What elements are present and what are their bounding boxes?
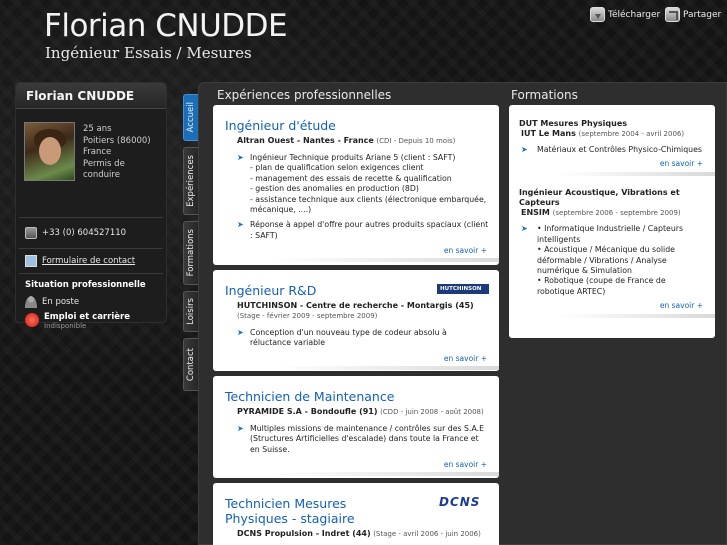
experience-bullet: Réponse à appel d'offre pour autres prod… xyxy=(225,220,489,241)
formation-item: DUT Mesures Physiques IUT Le Mans (septe… xyxy=(509,105,715,180)
experience-role: Ingénieur d'étude xyxy=(225,118,336,133)
profile-city: Poitiers (86000) xyxy=(83,135,151,146)
formations-heading: Formations xyxy=(511,88,578,102)
formation-bullet: • Informatique Industrielle / Capteurs i… xyxy=(519,224,705,297)
tab-label: Accueil xyxy=(186,102,196,133)
experience-card: Ingénieur d'étude Altran Ouest - Nantes … xyxy=(213,105,499,265)
more-link[interactable]: en savoir + xyxy=(225,246,489,255)
download-button[interactable]: Télécharger xyxy=(590,7,660,22)
tab-experiences[interactable]: Expériences xyxy=(183,147,198,215)
unavailable-icon xyxy=(25,313,39,327)
profile-sidebar: Florian CNUDDE 25 ans Poitiers (86000) F… xyxy=(15,82,167,330)
tab-loisirs[interactable]: Loisirs xyxy=(183,291,198,332)
more-link[interactable]: en savoir + xyxy=(225,460,489,469)
site-subtitle: Ingénieur Essais / Mesures xyxy=(45,44,252,62)
profile-age: 25 ans xyxy=(83,124,112,134)
experience-company: Altran Ouest - Nantes - France (CDI - De… xyxy=(237,136,456,145)
situation-heading: Situation professionnelle xyxy=(25,280,146,290)
experience-card: Technicien Mesures Physiques - stagiaire… xyxy=(213,483,499,545)
person-icon xyxy=(25,296,37,308)
job-title: Emploi et carrière xyxy=(44,312,130,322)
experience-role: Technicien Mesures Physiques - stagiaire xyxy=(225,496,355,526)
profile-summary: 25 ans Poitiers (86000) France Permis de… xyxy=(16,109,166,217)
experience-company: HUTCHINSON - Centre de recherche - Monta… xyxy=(237,301,474,320)
share-button[interactable]: Partager xyxy=(665,7,721,22)
tab-accueil[interactable]: Accueil xyxy=(183,94,198,141)
formations-card: DUT Mesures Physiques IUT Le Mans (septe… xyxy=(509,105,715,338)
site-title: Florian CNUDDE xyxy=(44,8,288,44)
formation-degree: DUT Mesures Physiques xyxy=(519,119,628,128)
download-icon xyxy=(590,7,605,22)
form-icon xyxy=(25,255,37,267)
profile-country: France xyxy=(83,147,112,157)
status-row: En poste xyxy=(16,294,166,310)
more-link[interactable]: en savoir + xyxy=(519,159,705,168)
formation-school: ENSIM (septembre 2006 - septembre 2009) xyxy=(521,208,681,218)
main-panel: Expériences professionnelles Formations … xyxy=(198,82,727,545)
experiences-list: Ingénieur d'étude Altran Ouest - Nantes … xyxy=(213,105,499,545)
phone-icon xyxy=(25,227,37,239)
contact-form-link[interactable]: Formulaire de contact xyxy=(16,249,166,273)
experiences-heading: Expériences professionnelles xyxy=(217,88,392,102)
experience-company: DCNS Propulsion - Indret (44) (Stage - a… xyxy=(237,529,481,538)
tab-label: Loisirs xyxy=(186,298,196,325)
experience-bullet: Conception d'un nouveau type de codeur a… xyxy=(225,328,489,349)
tab-formations[interactable]: Formations xyxy=(183,221,198,285)
section-tabs: Accueil Expériences Formations Loisirs C… xyxy=(183,94,198,397)
tab-contact[interactable]: Contact xyxy=(183,338,198,391)
job-status: Indisponible xyxy=(44,322,87,330)
download-label: Télécharger xyxy=(608,9,661,20)
formation-bullet: Matériaux et Contrôles Physico-Chimiques xyxy=(519,145,705,156)
experience-card: Technicien de Maintenance PYRAMIDE S.A -… xyxy=(213,376,499,478)
experience-bullet: Multiples missions de maintenance / cont… xyxy=(225,424,489,455)
tab-label: Formations xyxy=(186,229,196,277)
phone-number: +33 (0) 604527110 xyxy=(42,228,127,238)
sidebar-name: Florian CNUDDE xyxy=(16,83,166,109)
profile-license: Permis de conduire xyxy=(83,158,125,181)
phone-row: +33 (0) 604527110 xyxy=(16,218,166,248)
status-text: En poste xyxy=(42,297,80,307)
experience-role: Technicien de Maintenance xyxy=(225,389,395,404)
more-link[interactable]: en savoir + xyxy=(519,301,705,310)
tab-label: Contact xyxy=(186,347,196,382)
formation-item: Ingénieur Acoustique, Vibrations et Capt… xyxy=(509,180,715,322)
experience-company: PYRAMIDE S.A - Bondoufle (91) (CDD - jui… xyxy=(237,407,484,416)
experience-card: Ingénieur R&D HUTCHINSON HUTCHINSON - Ce… xyxy=(213,270,499,371)
formation-degree: Ingénieur Acoustique, Vibrations et Capt… xyxy=(519,188,680,208)
avatar xyxy=(24,122,75,181)
tab-label: Expériences xyxy=(186,155,196,207)
more-link[interactable]: en savoir + xyxy=(225,354,489,363)
share-label: Partager xyxy=(683,9,722,20)
contact-form-label[interactable]: Formulaire de contact xyxy=(42,256,135,266)
share-icon xyxy=(665,7,680,22)
job-status-row: Emploi et carrière Indisponible xyxy=(16,310,166,338)
dcns-logo: DCNS xyxy=(439,495,481,509)
hutchinson-logo: HUTCHINSON xyxy=(437,284,489,294)
profile-info: 25 ans Poitiers (86000) France Permis de… xyxy=(83,122,160,209)
experience-bullet: Ingénieur Technique produits Ariane 5 (c… xyxy=(225,153,489,215)
formation-school: IUT Le Mans (septembre 2004 - avril 2006… xyxy=(521,129,685,138)
